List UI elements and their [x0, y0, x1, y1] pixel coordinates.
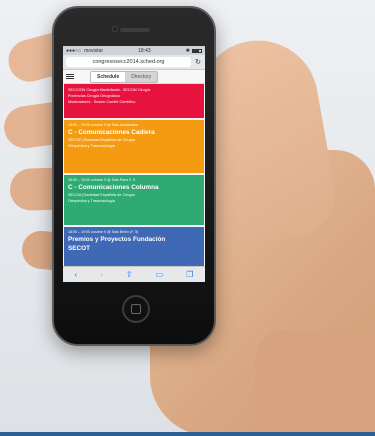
- app-header: Schedule Directory: [63, 70, 205, 84]
- phone-screen: ●●●○○ movistar 18:43 ✱ congresosecc2014.…: [63, 46, 205, 282]
- url-field[interactable]: congresosecc2014.sched.org: [66, 57, 191, 67]
- tabs-icon[interactable]: ❐: [186, 270, 193, 279]
- home-button[interactable]: [122, 295, 150, 323]
- session-line: SECCIÓN Cirugía Maxilofacial - SECOM Cir…: [68, 88, 151, 92]
- hamburger-menu-icon[interactable]: [66, 74, 74, 79]
- battery-icon: [191, 48, 202, 53]
- status-bar: ●●●○○ movistar 18:43 ✱: [63, 46, 205, 55]
- session-list: SECCIÓN Cirugía Maxilofacial - SECOM Cir…: [63, 84, 205, 267]
- session-card[interactable]: SECCIÓN Cirugía Maxilofacial - SECOM Cir…: [64, 84, 204, 118]
- forward-icon[interactable]: ›: [100, 270, 103, 279]
- session-title: C - Comunicaciones Columna: [68, 184, 159, 191]
- session-time: 18:00 – 19:00 octubre 9 @ Sala Amsterdam: [68, 123, 138, 127]
- home-square-icon: [131, 304, 141, 314]
- reload-icon[interactable]: ↻: [194, 58, 202, 66]
- session-title: Premios y Proyectos Fundación: [68, 236, 166, 243]
- session-card[interactable]: 18:00 – 19:00 octubre 9 @ Sala Berlín (F…: [64, 227, 204, 267]
- session-card[interactable]: 18:00 – 19:00 octubre 9 @ Sala Amsterdam…: [64, 120, 204, 173]
- session-line: Ortopédica y Traumatología: [68, 144, 115, 148]
- session-line: SECOE (Sociedad Española de Cirugía: [68, 138, 135, 142]
- session-line: SECOA (Sociedad Española de Cirugía: [68, 193, 135, 197]
- browser-toolbar: ‹ › ⇧ ▭ ❐: [63, 266, 205, 282]
- session-line: Ponencias Cirugía Ortognática: [68, 94, 120, 98]
- front-camera: [112, 26, 118, 32]
- session-line: Moderadores · Sesión Comité Científico: [68, 100, 136, 104]
- session-title-line2: SECOT: [68, 245, 91, 252]
- view-tabs: Schedule Directory: [90, 70, 159, 83]
- carrier-name: movistar: [84, 47, 104, 54]
- tab-directory[interactable]: Directory: [125, 71, 158, 82]
- earpiece-speaker: [120, 28, 150, 32]
- bottom-accent-bar: [0, 432, 375, 436]
- session-title: C - Comunicaciones Cadiera: [68, 129, 155, 136]
- bookmarks-icon[interactable]: ▭: [156, 270, 164, 279]
- bluetooth-icon: ✱: [185, 47, 190, 54]
- session-time: 18:00 – 19:00 octubre 9 @ Sala París F. …: [68, 178, 135, 182]
- tab-schedule[interactable]: Schedule: [91, 71, 126, 82]
- session-card[interactable]: 18:00 – 19:00 octubre 9 @ Sala París F. …: [64, 175, 204, 225]
- session-time: 18:00 – 19:00 octubre 9 @ Sala Berlín (F…: [68, 230, 139, 234]
- hand-wrist: [255, 330, 375, 436]
- smartphone: ●●●○○ movistar 18:43 ✱ congresosecc2014.…: [52, 6, 216, 346]
- browser-url-bar: congresosecc2014.sched.org ↻: [63, 55, 205, 70]
- status-time: 18:43: [138, 47, 151, 54]
- session-line: Ortopédica y Traumatología: [68, 199, 115, 203]
- back-icon[interactable]: ‹: [75, 270, 78, 279]
- signal-strength: ●●●○○: [66, 47, 82, 54]
- share-icon[interactable]: ⇧: [126, 270, 133, 279]
